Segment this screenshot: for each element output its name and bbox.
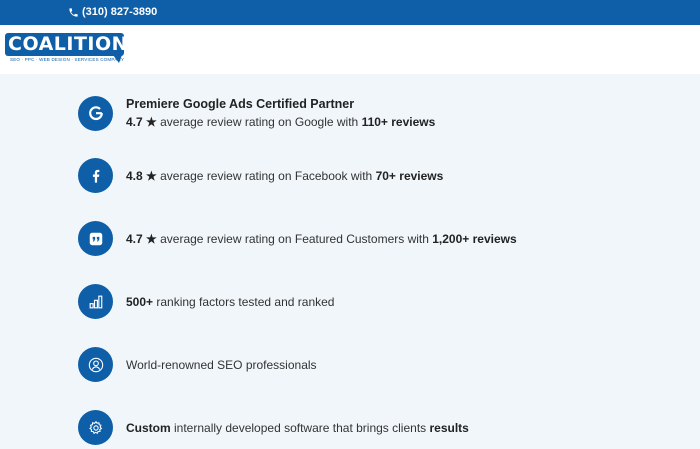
feature-item-seo-professionals: World-renowned SEO professionals <box>78 347 317 382</box>
facebook-icon <box>78 158 113 193</box>
feature-highlight-end: results <box>429 420 469 435</box>
feature-text: 4.7 ★ average review rating on Featured … <box>126 230 517 248</box>
logo-tagline: SEO · PPC · WEB DESIGN · SERVICES COMPAN… <box>10 57 125 62</box>
person-icon <box>78 347 113 382</box>
feature-text: 4.8 ★ average review rating on Facebook … <box>126 167 443 185</box>
feature-title: Premiere Google Ads Certified Partner <box>126 97 355 111</box>
gear-icon <box>78 410 113 445</box>
rating-value: 4.7 ★ <box>126 115 157 129</box>
review-count: 1,200+ reviews <box>432 231 517 246</box>
featured-customers-icon <box>78 221 113 256</box>
feature-text: World-renowned SEO professionals <box>126 356 317 374</box>
phone-number: (310) 827-3890 <box>82 6 158 18</box>
rating-text: average review rating on Facebook with <box>156 168 376 183</box>
phone-link[interactable]: (310) 827-3890 <box>68 6 157 18</box>
feature-item-ranking-factors: 500+ ranking factors tested and ranked <box>78 284 334 319</box>
bar-chart-icon <box>78 284 113 319</box>
feature-item-google: Premiere Google Ads Certified Partner 4.… <box>78 95 435 131</box>
rating-text: average review rating on Google with <box>156 115 362 129</box>
feature-highlight: Custom <box>126 420 171 435</box>
feature-text: 500+ ranking factors tested and ranked <box>126 293 334 311</box>
phone-icon <box>69 7 78 17</box>
google-icon <box>78 95 113 131</box>
review-count: 110+ reviews <box>361 115 436 129</box>
feature-text: Premiere Google Ads Certified Partner 4.… <box>126 95 435 131</box>
feature-description: World-renowned SEO professionals <box>126 357 317 372</box>
site-header: COALITION SEO · PPC · WEB DESIGN · SERVI… <box>0 25 700 74</box>
logo-wordmark: COALITION <box>8 33 129 55</box>
review-count: 70+ reviews <box>375 168 444 183</box>
feature-item-facebook: 4.8 ★ average review rating on Facebook … <box>78 158 443 193</box>
rating-value: 4.7 ★ <box>126 231 157 246</box>
coalition-logo[interactable]: COALITION SEO · PPC · WEB DESIGN · SERVI… <box>5 33 129 71</box>
stat-value: 500+ <box>126 294 154 309</box>
feature-item-featured-customers: 4.7 ★ average review rating on Featured … <box>78 221 517 256</box>
stat-text: ranking factors tested and ranked <box>153 294 335 309</box>
top-bar: (310) 827-3890 <box>0 0 700 25</box>
feature-rating-line: 4.7 ★ average review rating on Google wi… <box>126 113 435 131</box>
rating-value: 4.8 ★ <box>126 168 157 183</box>
feature-text: Custom internally developed software tha… <box>126 419 469 437</box>
feature-description: internally developed software that bring… <box>170 420 430 435</box>
rating-text: average review rating on Featured Custom… <box>156 231 433 246</box>
feature-item-custom-software: Custom internally developed software tha… <box>78 410 469 445</box>
